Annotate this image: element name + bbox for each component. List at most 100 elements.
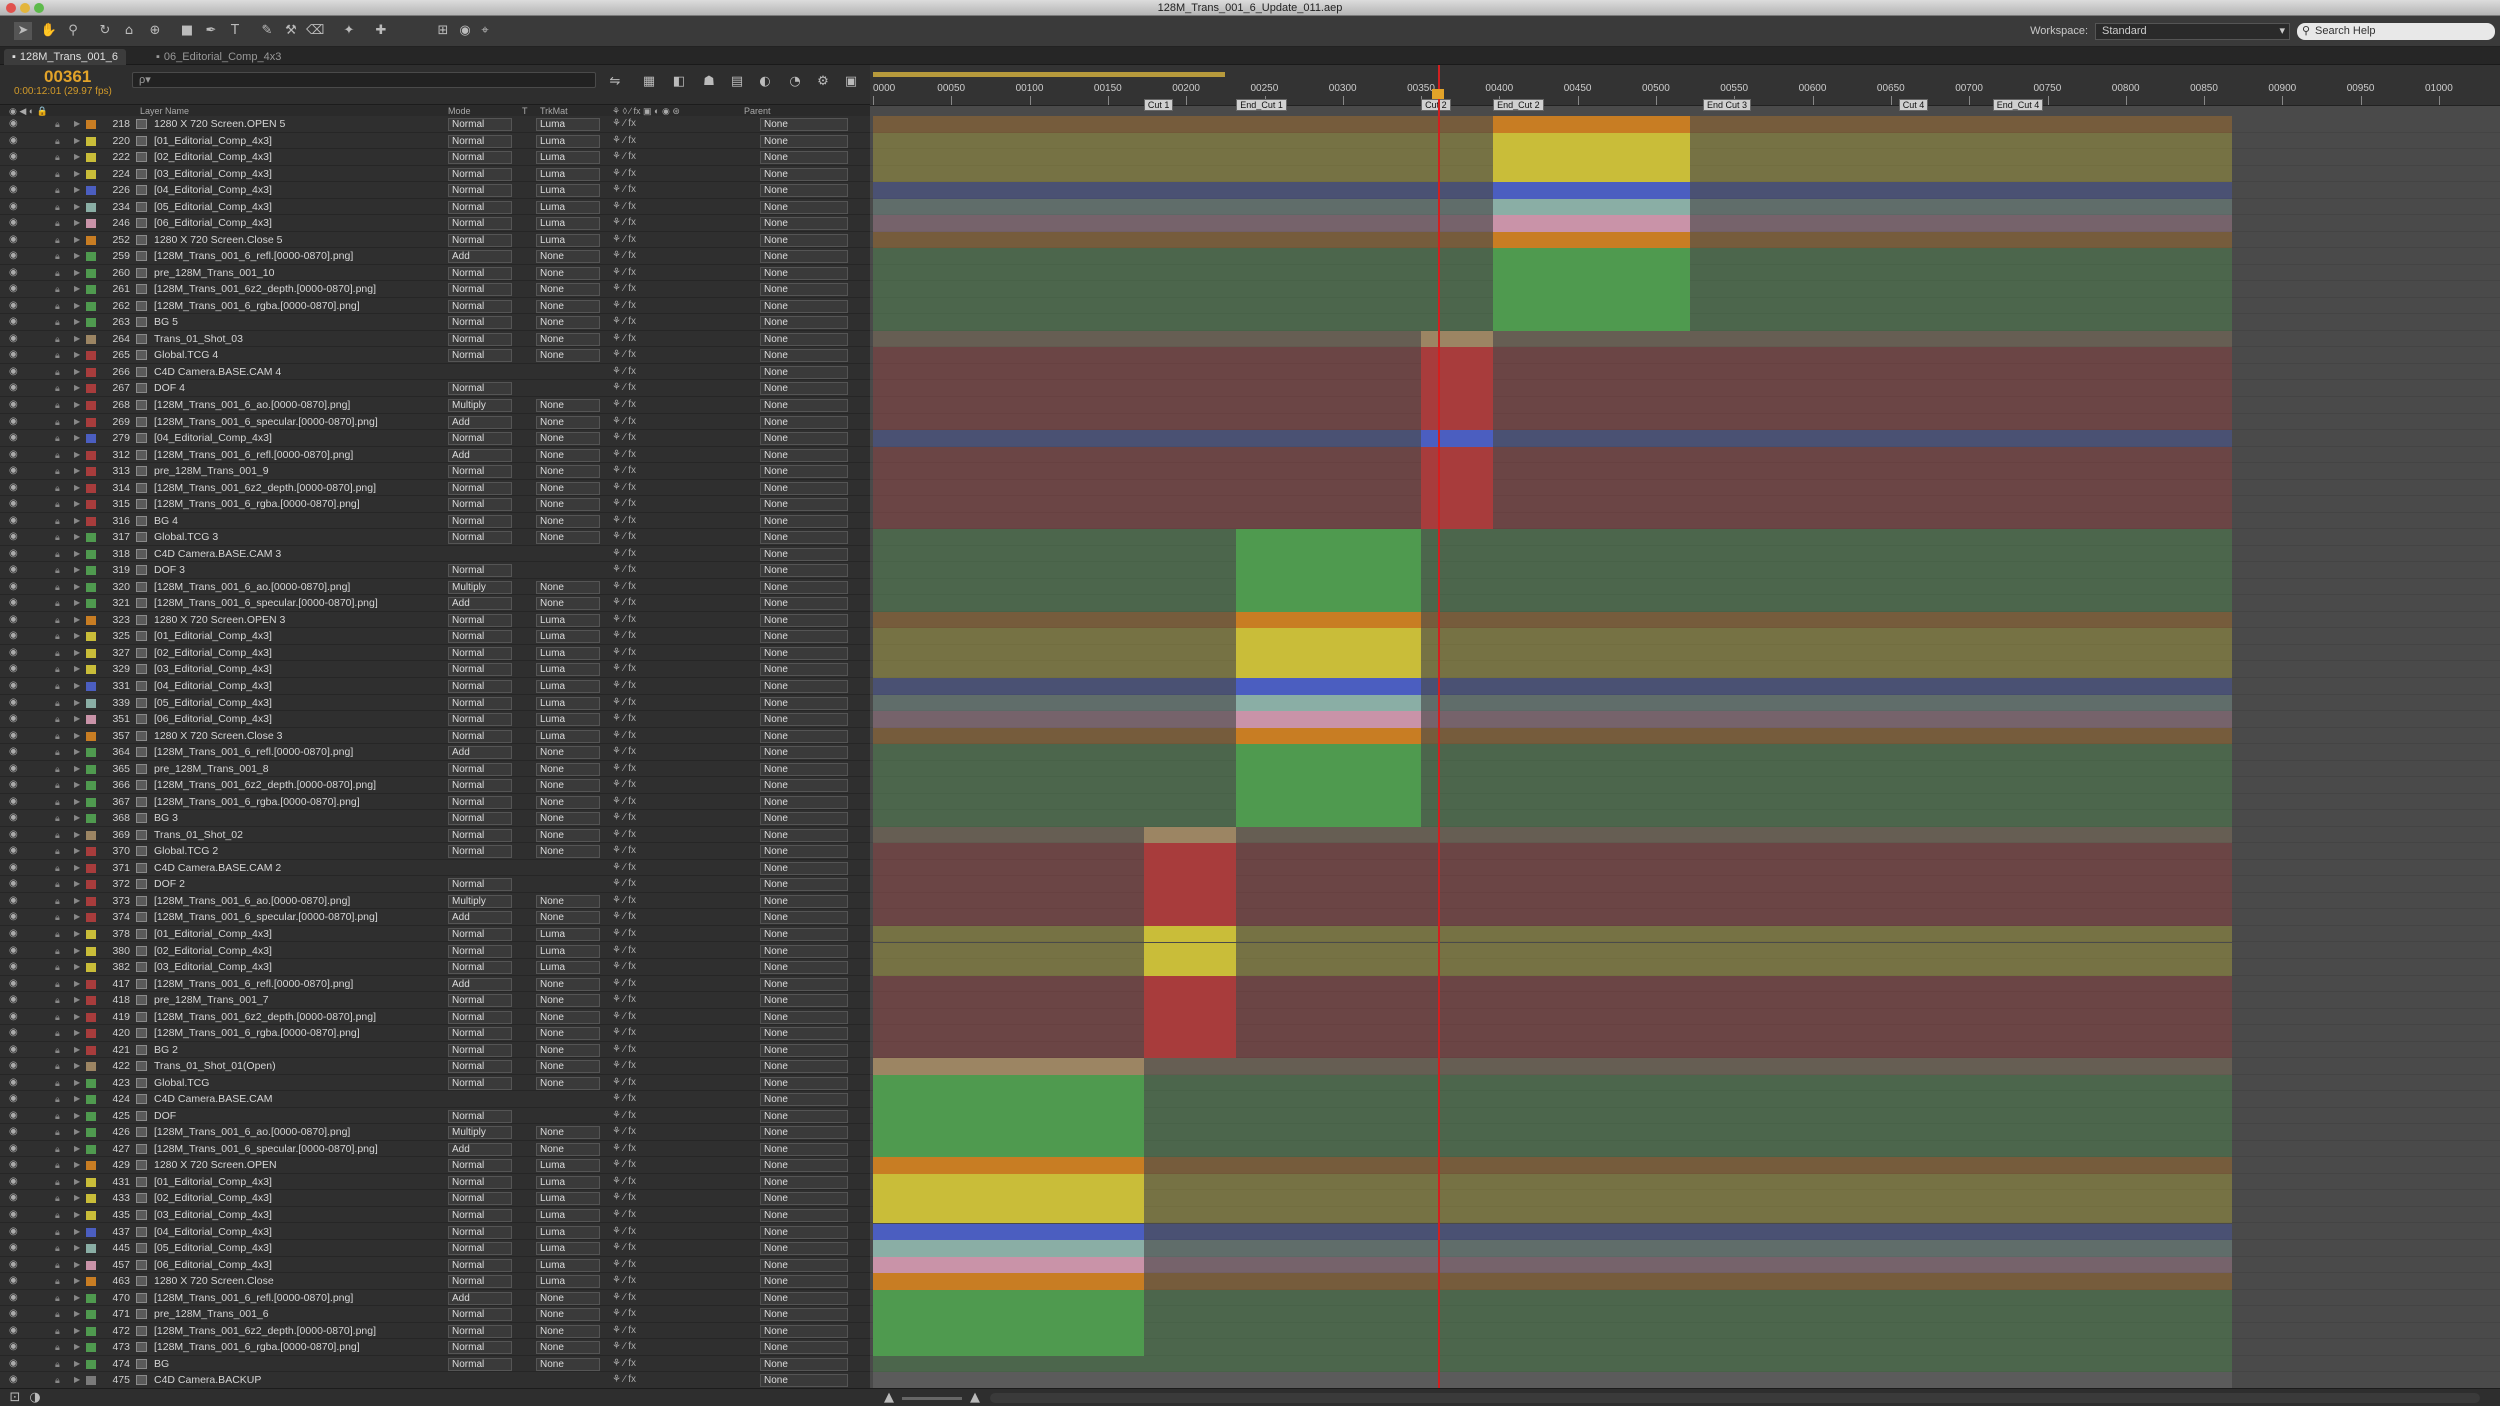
twirl-triangle-icon[interactable]: ▶ <box>74 265 80 281</box>
lock-icon[interactable]: 🔒︎ <box>55 364 60 380</box>
parent-select[interactable]: None <box>760 184 848 198</box>
track-matte-select[interactable]: None <box>536 481 600 495</box>
twirl-triangle-icon[interactable]: ▶ <box>74 1257 80 1273</box>
layer-row[interactable]: ◉ 🔒︎ ▶ 422 Trans_01_Shot_01(Open) Normal None ⚘… <box>0 1058 870 1075</box>
visibility-eye-icon[interactable]: ◉ <box>9 414 18 430</box>
layer-duration-bar-faded[interactable] <box>873 578 2233 596</box>
layer-duration-bar-faded[interactable] <box>873 942 2233 959</box>
label-color-swatch[interactable] <box>86 1095 96 1105</box>
label-color-swatch[interactable] <box>86 417 96 427</box>
blend-mode-select[interactable]: Add <box>448 597 512 611</box>
track-matte-select[interactable]: None <box>536 448 600 462</box>
twirl-triangle-icon[interactable]: ▶ <box>74 1190 80 1206</box>
parent-select[interactable]: None <box>760 613 848 627</box>
layer-duration-bar[interactable] <box>1236 711 1422 728</box>
parent-select[interactable]: None <box>760 1324 848 1338</box>
label-color-swatch[interactable] <box>86 979 96 989</box>
visibility-eye-icon[interactable]: ◉ <box>9 1042 18 1058</box>
parent-select[interactable]: None <box>760 299 848 313</box>
layer-name[interactable]: pre_128M_Trans_001_6 <box>154 1306 444 1322</box>
layer-duration-bar[interactable] <box>1236 678 1422 695</box>
blend-mode-select[interactable]: Normal <box>448 1357 512 1371</box>
layer-switches[interactable]: ⚘ ∕ fx <box>612 1157 636 1173</box>
layer-row[interactable]: ◉ 🔒︎ ▶ 279 [04_Editorial_Comp_4x3] Normal None… <box>0 430 870 447</box>
twirl-triangle-icon[interactable]: ▶ <box>74 1091 80 1107</box>
label-color-swatch[interactable] <box>86 367 96 377</box>
twirl-triangle-icon[interactable]: ▶ <box>74 430 80 446</box>
zoom-in-icon[interactable]: ▲ <box>966 1389 984 1406</box>
track-matte-select[interactable]: Luma <box>536 1192 600 1206</box>
layer-duration-bar[interactable] <box>1143 859 1237 877</box>
layer-duration-bar[interactable] <box>1493 231 1691 249</box>
layer-switches[interactable]: ⚘ ∕ fx <box>612 794 636 810</box>
parent-select[interactable]: None <box>760 713 848 727</box>
blend-mode-select[interactable]: Normal <box>448 465 512 479</box>
layer-name[interactable]: [04_Editorial_Comp_4x3] <box>154 430 444 446</box>
layer-duration-bar[interactable] <box>1143 975 1237 993</box>
visibility-eye-icon[interactable]: ◉ <box>9 678 18 694</box>
twirl-triangle-icon[interactable]: ▶ <box>74 1141 80 1157</box>
layer-switches[interactable]: ⚘ ∕ fx <box>612 1323 636 1339</box>
twirl-triangle-icon[interactable]: ▶ <box>74 232 80 248</box>
parent-select[interactable]: None <box>760 1192 848 1206</box>
visibility-eye-icon[interactable]: ◉ <box>9 248 18 264</box>
twirl-triangle-icon[interactable]: ▶ <box>74 149 80 165</box>
parent-select[interactable]: None <box>760 845 848 859</box>
parent-select[interactable]: None <box>760 795 848 809</box>
layer-row[interactable]: ◉ 🔒︎ ▶ 351 [06_Editorial_Comp_4x3] Normal Luma… <box>0 711 870 728</box>
label-color-swatch[interactable] <box>86 1376 96 1386</box>
label-color-swatch[interactable] <box>86 301 96 311</box>
lock-icon[interactable]: 🔒︎ <box>55 215 60 231</box>
label-color-swatch[interactable] <box>86 285 96 295</box>
layer-row[interactable]: ◉ 🔒︎ ▶ 370 Global.TCG 2 Normal None ⚘ ∕ fx None <box>0 843 870 860</box>
parent-select[interactable]: None <box>760 1109 848 1123</box>
layer-duration-bar-faded[interactable] <box>873 496 2233 513</box>
track-matte-select[interactable]: Luma <box>536 1175 600 1189</box>
layer-row[interactable]: ◉ 🔒︎ ▶ 380 [02_Editorial_Comp_4x3] Normal Luma… <box>0 943 870 959</box>
layer-duration-bar[interactable] <box>1236 545 1422 563</box>
parent-select[interactable]: None <box>760 1060 848 1074</box>
track-matte-select[interactable]: Luma <box>536 927 600 941</box>
parent-select[interactable]: None <box>760 134 848 148</box>
layer-name[interactable]: DOF 4 <box>154 380 444 396</box>
layer-name[interactable]: 1280 X 720 Screen.Close 3 <box>154 728 444 744</box>
comp-marker[interactable]: End Cut 3 <box>1702 99 1751 111</box>
parent-select[interactable]: None <box>760 696 848 710</box>
blend-mode-select[interactable]: Normal <box>448 646 512 660</box>
lock-icon[interactable]: 🔒︎ <box>55 1257 60 1273</box>
blend-mode-select[interactable]: Normal <box>448 1076 512 1090</box>
layer-name[interactable]: [06_Editorial_Comp_4x3] <box>154 1257 444 1273</box>
visibility-eye-icon[interactable]: ◉ <box>9 1025 18 1041</box>
layer-duration-bar[interactable] <box>1236 529 1422 546</box>
label-color-swatch[interactable] <box>86 896 96 906</box>
track-matte-select[interactable]: None <box>536 911 600 925</box>
layer-name[interactable]: C4D Camera.BASE.CAM 2 <box>154 860 444 876</box>
lock-icon[interactable]: 🔒︎ <box>55 777 60 793</box>
layer-duration-bar[interactable] <box>1421 347 1494 364</box>
layer-name[interactable]: 1280 X 720 Screen.Close <box>154 1273 444 1289</box>
label-color-swatch[interactable] <box>86 483 96 493</box>
lock-icon[interactable]: 🔒︎ <box>55 1273 60 1289</box>
twirl-triangle-icon[interactable]: ▶ <box>74 496 80 512</box>
layer-name[interactable]: [03_Editorial_Comp_4x3] <box>154 166 444 182</box>
layer-name[interactable]: pre_128M_Trans_001_8 <box>154 761 444 777</box>
layer-row[interactable]: ◉ 🔒︎ ▶ 427 [128M_Trans_001_6_specular.[0000-… <box>0 1141 870 1158</box>
visibility-eye-icon[interactable]: ◉ <box>9 595 18 611</box>
layer-name[interactable]: [04_Editorial_Comp_4x3] <box>154 1224 444 1240</box>
visibility-eye-icon[interactable]: ◉ <box>9 992 18 1008</box>
twirl-triangle-icon[interactable]: ▶ <box>74 1042 80 1058</box>
lock-icon[interactable]: 🔒︎ <box>55 496 60 512</box>
visibility-eye-icon[interactable]: ◉ <box>9 909 18 925</box>
zoom-tool-icon[interactable]: ⚲ <box>64 22 82 40</box>
label-color-swatch[interactable] <box>86 235 96 245</box>
track-matte-select[interactable]: Luma <box>536 613 600 627</box>
layer-row[interactable]: ◉ 🔒︎ ▶ 378 [01_Editorial_Comp_4x3] Normal Luma… <box>0 926 870 943</box>
blend-mode-select[interactable]: Normal <box>448 1010 512 1024</box>
layer-row[interactable]: ◉ 🔒︎ ▶ 323 1280 X 720 Screen.OPEN 3 Normal Lum… <box>0 612 870 629</box>
layer-name[interactable]: [128M_Trans_001_6_ao.[0000-0870].png] <box>154 397 444 413</box>
shy-layers-icon[interactable]: ☗ <box>700 73 718 91</box>
layer-name[interactable]: Trans_01_Shot_02 <box>154 827 444 843</box>
track-matte-select[interactable]: Luma <box>536 1242 600 1256</box>
layer-name[interactable]: [128M_Trans_001_6_specular.[0000-0870].p… <box>154 414 444 430</box>
layer-row[interactable]: ◉ 🔒︎ ▶ 364 [128M_Trans_001_6_refl.[0000-0870… <box>0 744 870 761</box>
